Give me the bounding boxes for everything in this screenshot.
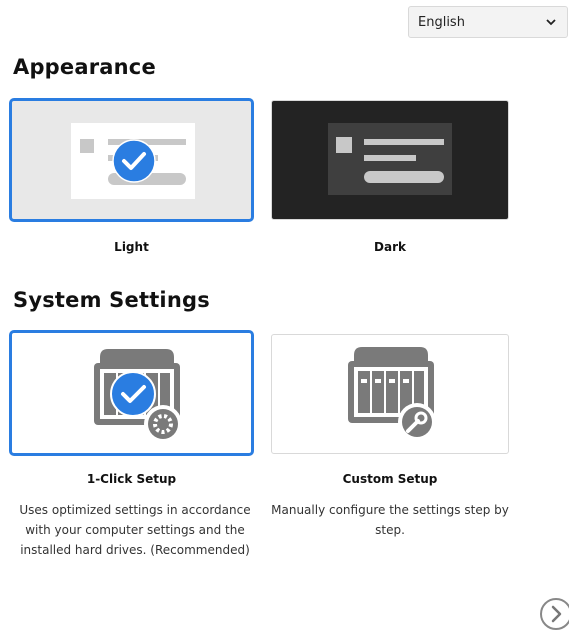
chevron-right-circle-icon [551,605,562,623]
setup-label-custom: Custom Setup [342,472,438,486]
nas-wrench-icon [348,347,436,441]
system-settings-heading: System Settings [13,288,210,312]
dark-theme-preview [328,123,452,195]
next-button[interactable] [540,598,569,630]
appearance-heading: Appearance [13,55,156,79]
setup-desc-custom: Manually configure the settings step by … [271,503,509,537]
setup-desc-one-click: Uses optimized settings in accordance wi… [19,503,251,557]
theme-label-light: Light [114,240,149,254]
theme-label-dark: Dark [374,240,406,254]
language-select-value: English [418,14,465,30]
theme-card-dark[interactable] [271,100,509,220]
setup-card-custom[interactable] [271,334,509,454]
language-select[interactable]: English [408,6,568,38]
checkmark-icon [112,139,156,183]
setup-card-one-click[interactable] [9,330,254,456]
checkmark-icon [110,371,156,417]
setup-label-one-click: 1-Click Setup [86,472,177,486]
chevron-down-icon [546,19,556,26]
theme-card-light[interactable] [9,98,254,222]
